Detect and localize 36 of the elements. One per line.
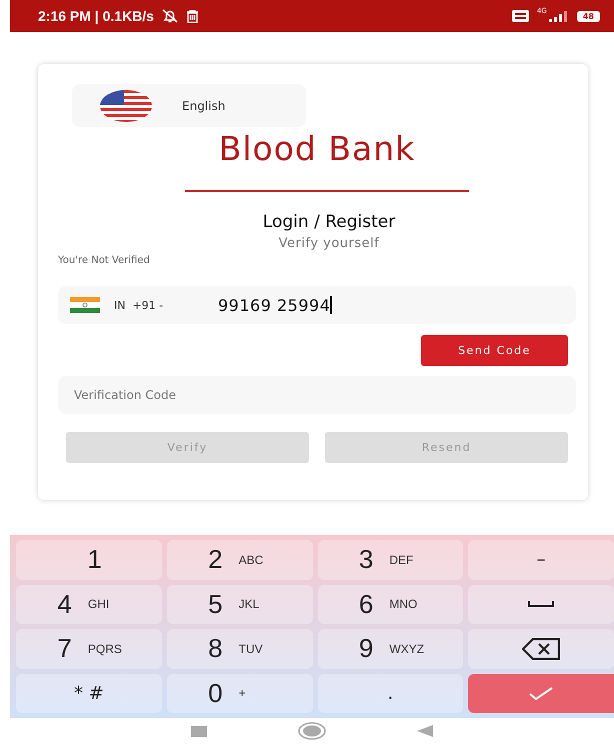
- keyboard-key[interactable]: 2 ABC: [166, 540, 312, 580]
- keyboard-key[interactable]: .: [318, 674, 464, 713]
- subheading: Verify yourself: [278, 236, 380, 251]
- back-icon[interactable]: [417, 725, 433, 737]
- battery-indicator: 48: [576, 10, 600, 22]
- backspace-icon: [522, 638, 560, 660]
- status-time: 2:16 PM | 0.1KB/s: [38, 8, 154, 24]
- flag-icon: [70, 297, 100, 313]
- verification-code-field[interactable]: Verification Code: [58, 376, 576, 414]
- keyboard-key[interactable]: 1: [16, 540, 162, 580]
- keyboard-key[interactable]: 0 +: [166, 674, 312, 713]
- home-icon[interactable]: [298, 722, 326, 740]
- keyboard-key[interactable]: 4 GHI: [16, 584, 162, 624]
- keyboard-key[interactable]: [468, 629, 614, 668]
- keyboard-key[interactable]: 6 MNO: [318, 584, 464, 624]
- keyboard-key[interactable]: 5 JKL: [166, 584, 312, 624]
- keyboard-key[interactable]: –: [468, 540, 614, 580]
- keyboard-key[interactable]: 9 WXYZ: [318, 629, 464, 668]
- keyboard-key[interactable]: * #: [16, 674, 162, 713]
- phone-field[interactable]: IN +91 - 99169 25994: [58, 286, 576, 324]
- checkmark-icon: [529, 686, 554, 700]
- trash-icon: [186, 10, 199, 22]
- heading: Login / Register: [262, 212, 396, 232]
- app-title: Blood Bank: [218, 129, 416, 168]
- signal-icon: [548, 10, 569, 22]
- send-code-button[interactable]: Send Code: [421, 335, 568, 366]
- bell-off-icon: [162, 9, 178, 23]
- language-selector[interactable]: English: [72, 84, 306, 127]
- space-icon: [528, 600, 554, 608]
- keyboard-key[interactable]: 8 TUV: [166, 629, 312, 668]
- phone-number: 99169 25994: [218, 296, 330, 314]
- recents-icon[interactable]: [191, 726, 207, 736]
- country-code[interactable]: IN +91 -: [114, 298, 218, 312]
- verification-status: You're Not Verified: [58, 255, 151, 266]
- keyboard-key[interactable]: 7 PQRS: [16, 629, 162, 668]
- keyboard-key[interactable]: 3 DEF: [318, 540, 464, 580]
